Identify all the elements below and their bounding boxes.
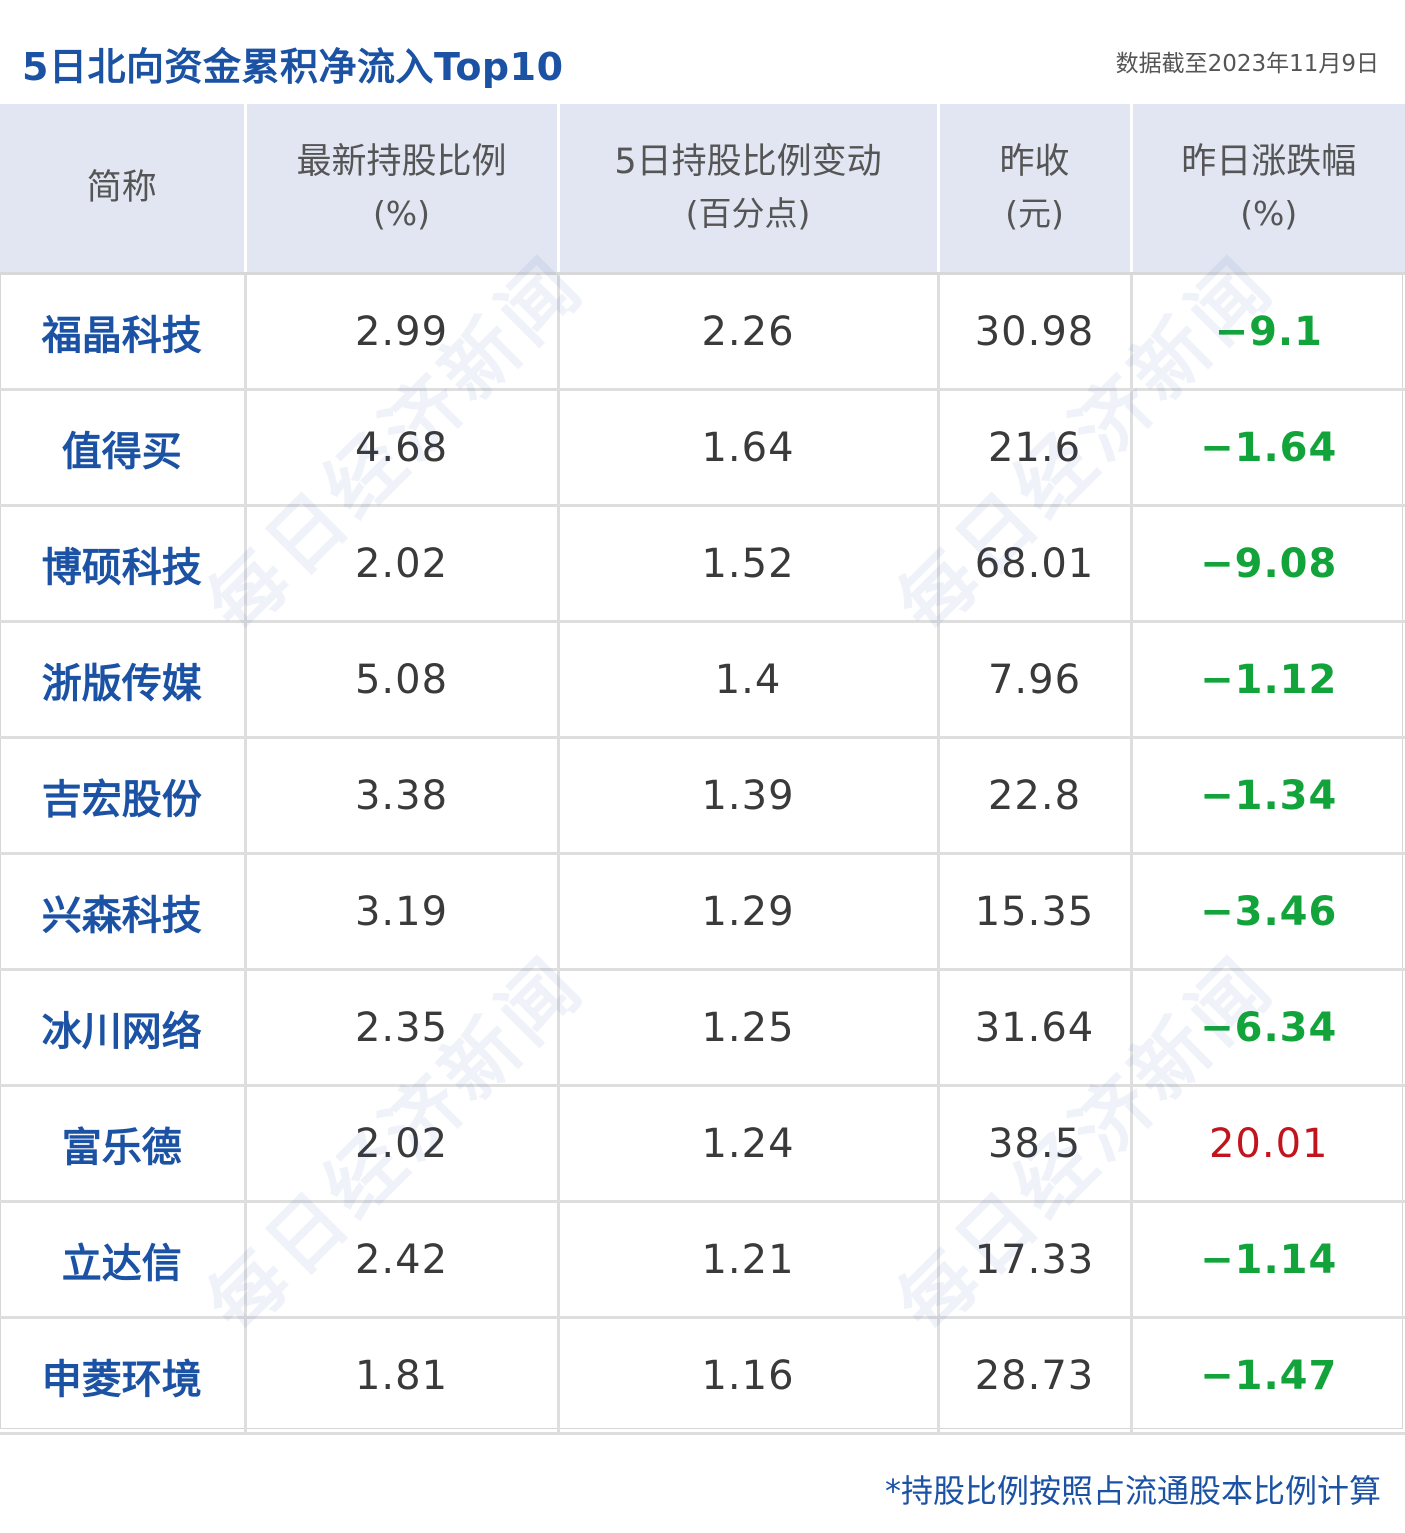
cell-change: 1.52: [558, 505, 940, 623]
table-row: 福晶科技 2.99 2.26 30.98 −9.1: [0, 273, 1405, 391]
cell-pct: −1.64: [1131, 389, 1405, 507]
title-bar: 5日北向资金累积净流入Top10 数据截至2023年11月9日: [0, 0, 1405, 104]
cell-holding: 1.81: [245, 1317, 560, 1435]
cell-holding: 5.08: [245, 621, 560, 739]
table-row: 兴森科技 3.19 1.29 15.35 −3.46: [0, 853, 1405, 971]
cell-name: 兴森科技: [0, 853, 247, 971]
cell-pct: −1.14: [1131, 1201, 1405, 1319]
cell-change: 1.29: [558, 853, 940, 971]
column-header-pct: 昨日涨跌幅 (%): [1131, 104, 1405, 275]
cell-holding: 3.19: [245, 853, 560, 971]
cell-name: 申菱环境: [0, 1317, 247, 1435]
cell-change: 1.4: [558, 621, 940, 739]
column-header-unit: (百分点): [685, 194, 811, 233]
cell-holding: 2.35: [245, 969, 560, 1087]
column-header-label: 5日持股比例变动: [614, 142, 882, 182]
cell-name: 福晶科技: [0, 273, 247, 391]
table-body: 福晶科技 2.99 2.26 30.98 −9.1 值得买 4.68 1.64 21.6 −1.6…: [0, 273, 1405, 1435]
cell-pct: −1.34: [1131, 737, 1405, 855]
cell-change: 1.39: [558, 737, 940, 855]
chart-title: 5日北向资金累积净流入Top10: [22, 45, 564, 89]
column-header-unit: (元): [1005, 194, 1064, 233]
cell-change: 1.25: [558, 969, 940, 1087]
cell-close: 21.6: [938, 389, 1133, 507]
cell-name: 浙版传媒: [0, 621, 247, 739]
table-row: 吉宏股份 3.38 1.39 22.8 −1.34: [0, 737, 1405, 855]
table-row: 富乐德 2.02 1.24 38.5 20.01: [0, 1085, 1405, 1203]
cell-name: 富乐德: [0, 1085, 247, 1203]
cell-holding: 2.02: [245, 505, 560, 623]
cell-change: 1.21: [558, 1201, 940, 1319]
table-row: 冰川网络 2.35 1.25 31.64 −6.34: [0, 969, 1405, 1087]
column-header-close: 昨收 (元): [938, 104, 1133, 275]
cell-close: 30.98: [938, 273, 1133, 391]
cell-close: 28.73: [938, 1317, 1133, 1435]
cell-name: 博硕科技: [0, 505, 247, 623]
cell-pct: 20.01: [1131, 1085, 1405, 1203]
cell-name: 值得买: [0, 389, 247, 507]
table-row: 浙版传媒 5.08 1.4 7.96 −1.12: [0, 621, 1405, 739]
data-table: 简称 最新持股比例 (%) 5日持股比例变动 (百分点) 昨收 (元) 昨日涨跌…: [0, 104, 1405, 1435]
cell-holding: 2.42: [245, 1201, 560, 1319]
cell-change: 1.16: [558, 1317, 940, 1435]
column-header-label: 昨收: [999, 142, 1070, 182]
cell-pct: −6.34: [1131, 969, 1405, 1087]
cell-holding: 4.68: [245, 389, 560, 507]
table-row: 博硕科技 2.02 1.52 68.01 −9.08: [0, 505, 1405, 623]
column-header-unit: (%): [1240, 194, 1298, 233]
column-header-label: 昨日涨跌幅: [1181, 142, 1357, 182]
column-header-name: 简称: [0, 104, 247, 275]
cell-close: 15.35: [938, 853, 1133, 971]
table-row: 申菱环境 1.81 1.16 28.73 −1.47: [0, 1317, 1405, 1435]
cell-holding: 2.02: [245, 1085, 560, 1203]
column-header-holding: 最新持股比例 (%): [245, 104, 560, 275]
cell-change: 1.64: [558, 389, 940, 507]
cell-name: 立达信: [0, 1201, 247, 1319]
cell-pct: −3.46: [1131, 853, 1405, 971]
column-header-label: 简称: [86, 168, 157, 208]
header-row: 简称 最新持股比例 (%) 5日持股比例变动 (百分点) 昨收 (元) 昨日涨跌…: [0, 104, 1405, 275]
table-row: 值得买 4.68 1.64 21.6 −1.64: [0, 389, 1405, 507]
footnote: *持股比例按照占流通股本比例计算: [884, 1472, 1381, 1510]
cell-holding: 2.99: [245, 273, 560, 391]
cell-close: 17.33: [938, 1201, 1133, 1319]
cell-name: 吉宏股份: [0, 737, 247, 855]
table-row: 立达信 2.42 1.21 17.33 −1.14: [0, 1201, 1405, 1319]
cell-close: 7.96: [938, 621, 1133, 739]
data-date-note: 数据截至2023年11月9日: [1115, 51, 1379, 77]
cell-close: 68.01: [938, 505, 1133, 623]
cell-name: 冰川网络: [0, 969, 247, 1087]
cell-pct: −1.47: [1131, 1317, 1405, 1435]
cell-pct: −9.08: [1131, 505, 1405, 623]
cell-close: 22.8: [938, 737, 1133, 855]
column-header-change: 5日持股比例变动 (百分点): [558, 104, 940, 275]
cell-close: 38.5: [938, 1085, 1133, 1203]
column-header-label: 最新持股比例: [296, 142, 507, 182]
cell-pct: −1.12: [1131, 621, 1405, 739]
cell-change: 2.26: [558, 273, 940, 391]
column-header-unit: (%): [372, 194, 431, 233]
cell-close: 31.64: [938, 969, 1133, 1087]
cell-change: 1.24: [558, 1085, 940, 1203]
cell-pct: −9.1: [1131, 273, 1405, 391]
cell-holding: 3.38: [245, 737, 560, 855]
